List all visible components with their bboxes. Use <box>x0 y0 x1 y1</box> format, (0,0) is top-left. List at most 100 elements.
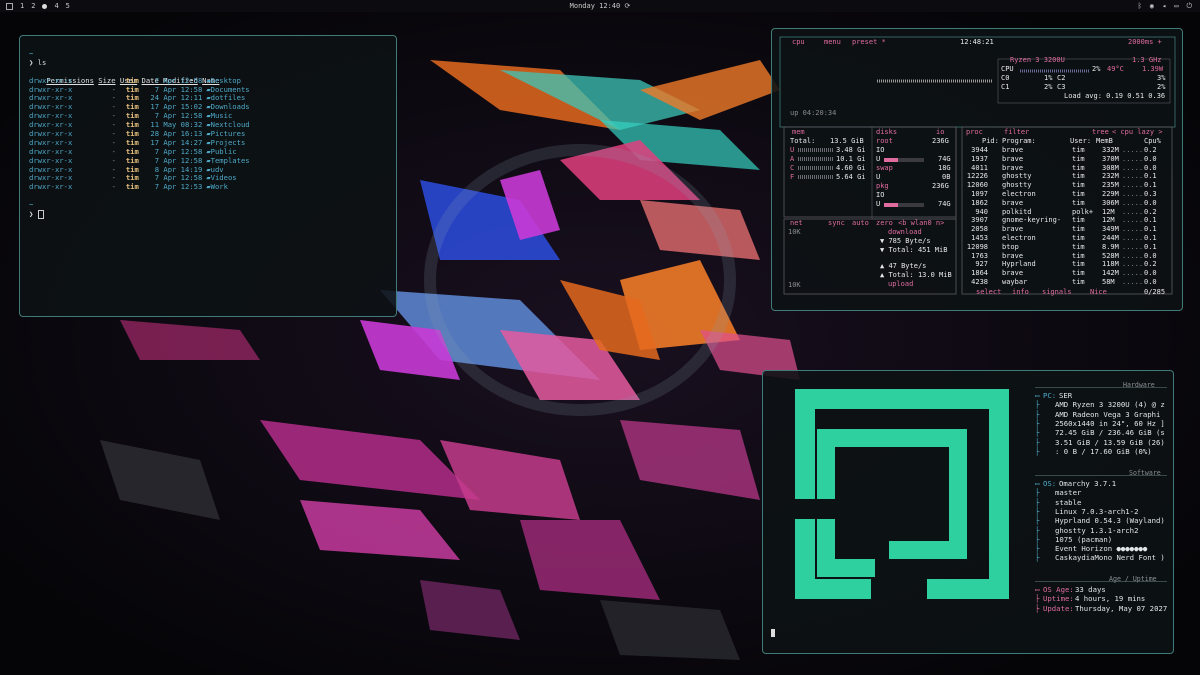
proc-mem: 232M <box>1102 172 1119 181</box>
proc-mem: 306M <box>1102 198 1119 207</box>
proc-select[interactable]: select <box>976 288 1001 296</box>
proc-count: 0/285 <box>1144 288 1166 296</box>
ls-name[interactable]: dotfiles <box>211 93 246 103</box>
proc-mem-graph: ...... <box>1122 278 1148 286</box>
disks-io: io <box>936 128 945 136</box>
disk-pkg-u: U <box>876 200 881 208</box>
ff-value: : 0 B / 17.60 GiB (0%) <box>1055 446 1152 456</box>
net-auto[interactable]: auto <box>852 219 869 227</box>
ls-listing: drwxr-xr-x - tim 7 Apr 12:58 ▰Desktop drwxr-… <box>29 76 396 193</box>
proc-user: tim <box>1072 260 1085 269</box>
mem-row-label: C <box>790 164 795 172</box>
ls-name[interactable]: Documents <box>211 85 250 94</box>
ff-key: PC: <box>1043 391 1057 400</box>
proc-prog: ghostty <box>1002 172 1032 181</box>
prompt-path: ~ <box>29 49 34 58</box>
battery-icon[interactable]: ▭ <box>1174 0 1178 12</box>
ff-value: 3.51 GiB / 13.59 GiB (26) <box>1055 437 1165 447</box>
net-scale-bottom: 10K <box>788 281 801 289</box>
ls-name[interactable]: Work <box>211 182 228 191</box>
core3-pct: 2% <box>1157 83 1166 91</box>
proc-filter[interactable]: filter <box>1004 128 1029 136</box>
proc-header-program: Program: <box>1002 137 1036 145</box>
volume-icon[interactable]: ◂ <box>1162 0 1166 12</box>
net-dl-rate: 785 Byte/s <box>888 237 931 245</box>
mem-row-value: 3.48 Gi <box>836 146 866 154</box>
net-sync[interactable]: sync <box>828 219 845 227</box>
net-interface[interactable]: <b wlan0 n> <box>898 219 944 227</box>
net-upload-label: upload <box>888 280 914 288</box>
proc-user: tim <box>1072 225 1085 234</box>
proc-prog: brave <box>1002 225 1024 234</box>
btop-cpu-tab[interactable]: cpu <box>792 38 805 46</box>
ls-name[interactable]: Downloads <box>211 102 250 111</box>
disk-root-size: 236G <box>932 137 949 145</box>
proc-sort[interactable]: < cpu lazy > <box>1112 128 1163 136</box>
proc-pid: 1097 <box>971 190 988 198</box>
net-ul-rate: 47 Byte/s <box>888 262 927 270</box>
ls-name[interactable]: Projects <box>211 138 246 147</box>
tree-branch-icon: ├ <box>1035 603 1040 613</box>
omarchy-logo <box>795 389 1009 599</box>
ls-user: tim <box>125 182 139 192</box>
fastfetch-window[interactable]: Hardware Software Age / Uptime ▭ PC: SER ├ A… <box>762 370 1174 654</box>
proc-pid: 2058 <box>971 225 988 234</box>
proc-mem: 8.9M <box>1102 242 1119 251</box>
ls-name[interactable]: udv <box>211 165 224 174</box>
clock[interactable]: Monday 12:40 ⟳ <box>0 0 1200 12</box>
ls-name[interactable]: Pictures <box>211 129 246 138</box>
proc-tree[interactable]: tree <box>1092 128 1109 136</box>
ff-key: OS Age: <box>1043 585 1074 594</box>
disk-pkg-used: 74G <box>938 200 951 208</box>
ls-name[interactable]: Videos <box>211 173 237 183</box>
proc-prog: brave <box>1002 154 1024 163</box>
proc-header-pid: Pid: <box>982 137 999 145</box>
proc-mem-graph: ...... <box>1122 251 1148 260</box>
proc-signals[interactable]: signals <box>1042 288 1072 296</box>
proc-header-mem: MemB <box>1096 137 1113 145</box>
ff-age-title: Age / Uptime <box>1109 575 1157 583</box>
btop-interval[interactable]: 2000ms + <box>1128 38 1162 46</box>
btop-preset-button[interactable]: preset * <box>852 38 886 46</box>
proc-user: polk+ <box>1072 207 1094 216</box>
ff-cursor <box>771 629 775 637</box>
proc-mem: 349M <box>1102 225 1119 234</box>
ls-row: drwxr-xr-x - tim 7 Apr 12:53 ▰Work <box>29 182 396 192</box>
tree-branch-icon: ├ <box>1035 409 1040 419</box>
ls-name[interactable]: Public <box>211 147 237 156</box>
proc-mem-graph: ...... <box>1122 190 1148 198</box>
disk-root-label: root <box>876 137 893 145</box>
proc-mem-graph: ...... <box>1122 172 1148 181</box>
mem-row-label: F <box>790 173 795 181</box>
proc-user: tim <box>1072 198 1085 207</box>
net-zero[interactable]: zero <box>876 219 893 227</box>
wifi-icon[interactable]: ◉ <box>1150 0 1154 12</box>
bluetooth-icon[interactable]: ᛒ <box>1138 0 1142 12</box>
proc-prog: waybar <box>1002 278 1028 286</box>
ls-name[interactable]: Templates <box>211 156 250 165</box>
ls-name[interactable]: Desktop <box>211 76 241 85</box>
tree-branch-icon: ▭ <box>1035 391 1040 400</box>
mem-row-label: A <box>790 155 795 163</box>
tree-branch-icon: ├ <box>1035 553 1040 563</box>
disk-swap-u: U <box>876 173 881 181</box>
btop-window[interactable]: cpu menu preset * 12:48:21 2000ms + Ryze… <box>771 28 1183 311</box>
terminal-window[interactable]: ~ ❯ ls Permissions Size User Date Modifi… <box>19 35 397 317</box>
power-icon[interactable]: ⏻ <box>1186 0 1192 12</box>
proc-prog: brave <box>1002 163 1024 172</box>
ls-name[interactable]: Music <box>211 111 233 120</box>
proc-user: tim <box>1072 216 1085 225</box>
proc-nice[interactable]: Nice <box>1090 288 1107 296</box>
proc-info[interactable]: info <box>1012 288 1029 296</box>
mem-bar <box>798 148 834 152</box>
ff-key: Update: <box>1043 603 1074 613</box>
proc-pid: 12060 <box>966 181 988 190</box>
disk-swap-used: 0B <box>942 173 951 181</box>
ls-name[interactable]: Nextcloud <box>211 120 250 129</box>
proc-mem-graph: ...... <box>1122 225 1148 234</box>
command-line-2[interactable]: ❯ <box>29 210 396 220</box>
disk-root-u: U <box>876 155 881 163</box>
proc-mem: 370M <box>1102 154 1119 163</box>
btop-menu-button[interactable]: menu <box>824 38 841 46</box>
ff-value: 4 hours, 19 mins <box>1075 594 1146 604</box>
